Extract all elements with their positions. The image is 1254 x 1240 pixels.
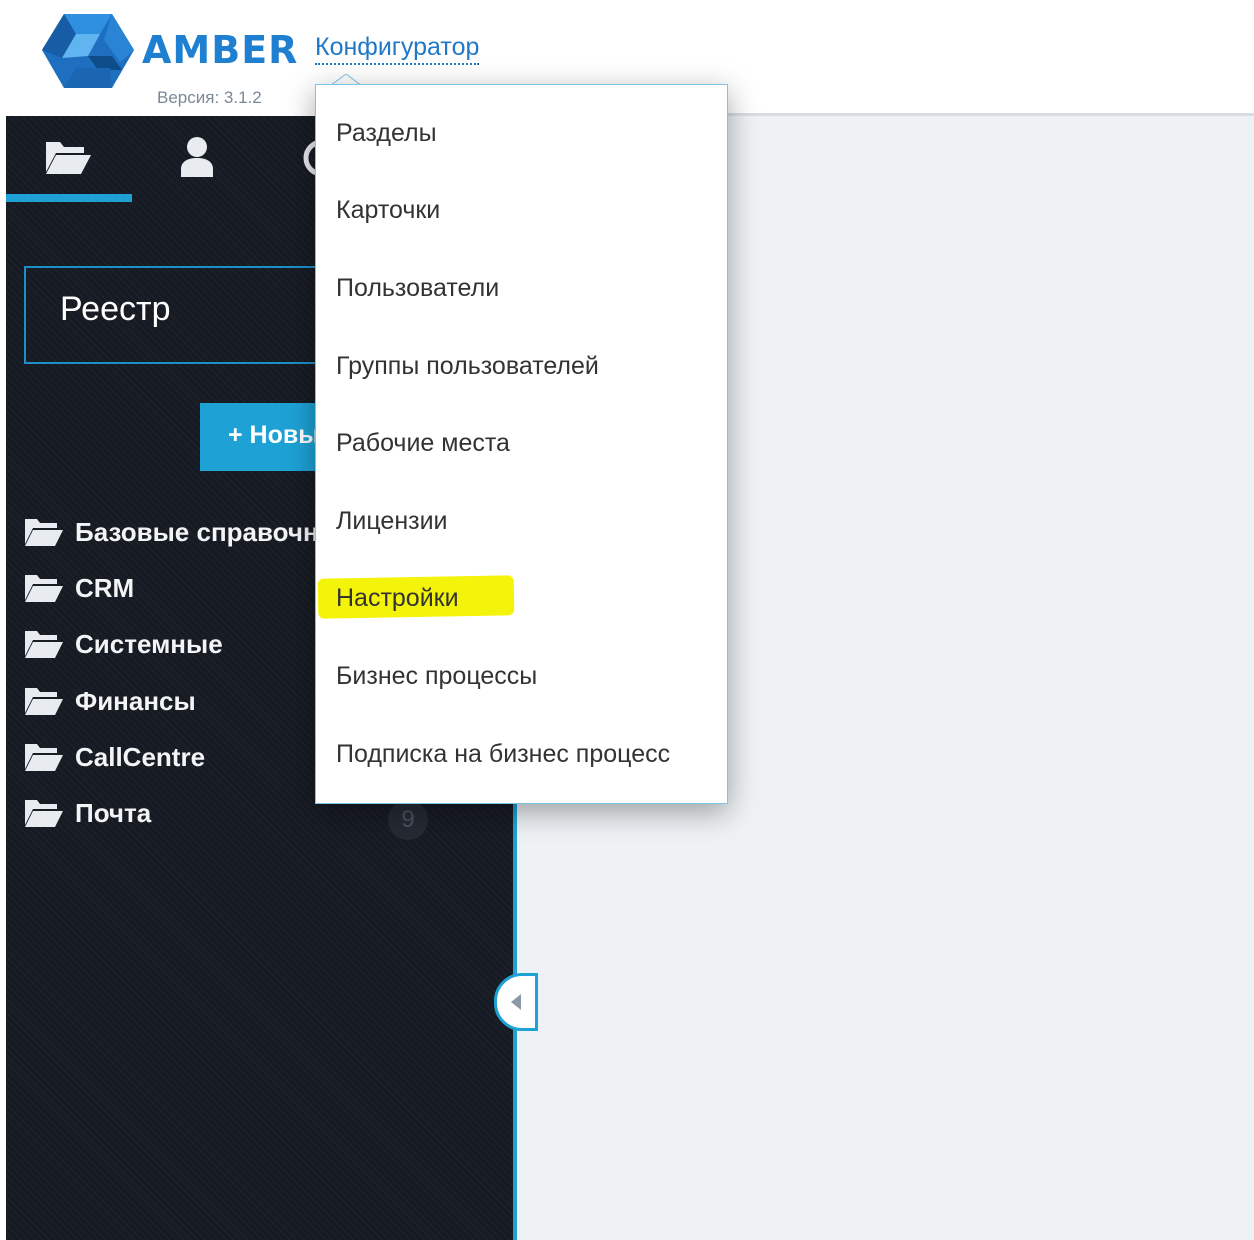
folder-open-icon bbox=[46, 142, 91, 174]
menu-item-settings[interactable]: Настройки bbox=[336, 575, 459, 621]
folder-label: Финансы bbox=[75, 686, 196, 716]
folder-label: Почта bbox=[75, 798, 152, 828]
menu-item-sections[interactable]: Разделы bbox=[336, 110, 437, 156]
user-icon bbox=[181, 137, 213, 177]
menu-item-licenses[interactable]: Лицензии bbox=[336, 498, 448, 544]
mail-count-badge: 9 bbox=[388, 800, 428, 840]
amber-logo-icon[interactable] bbox=[42, 10, 134, 92]
brand-name: AMBER bbox=[142, 28, 299, 72]
configurator-menu-link[interactable]: Конфигуратор bbox=[315, 33, 480, 65]
tab-registry[interactable] bbox=[6, 116, 132, 204]
menu-item-user-groups[interactable]: Группы пользователей bbox=[336, 343, 599, 389]
menu-item-business-processes[interactable]: Бизнес процессы bbox=[336, 653, 537, 699]
folder-label: Системные bbox=[75, 629, 223, 659]
folder-icon bbox=[25, 688, 63, 715]
menu-item-workplaces[interactable]: Рабочие места bbox=[336, 420, 510, 466]
folder-icon bbox=[25, 519, 63, 546]
registry-title: Реестр bbox=[60, 290, 171, 328]
menu-item-cards[interactable]: Карточки bbox=[336, 187, 440, 233]
menu-item-process-subscription[interactable]: Подписка на бизнес процесс bbox=[336, 731, 670, 777]
folder-icon bbox=[25, 744, 63, 771]
folder-label: CallCentre bbox=[75, 742, 206, 772]
folder-label: CRM bbox=[75, 573, 135, 603]
folder-icon bbox=[25, 631, 63, 658]
folder-icon bbox=[25, 575, 63, 602]
version-label: Версия: 3.1.2 bbox=[157, 88, 262, 107]
menu-item-users[interactable]: Пользователи bbox=[336, 265, 499, 311]
configurator-dropdown-menu: Разделы Карточки Пользователи Группы пол… bbox=[315, 84, 728, 804]
folder-icon bbox=[25, 800, 63, 827]
active-tab-indicator bbox=[6, 194, 132, 202]
tab-users[interactable] bbox=[136, 116, 262, 204]
chevron-left-icon bbox=[511, 994, 521, 1010]
